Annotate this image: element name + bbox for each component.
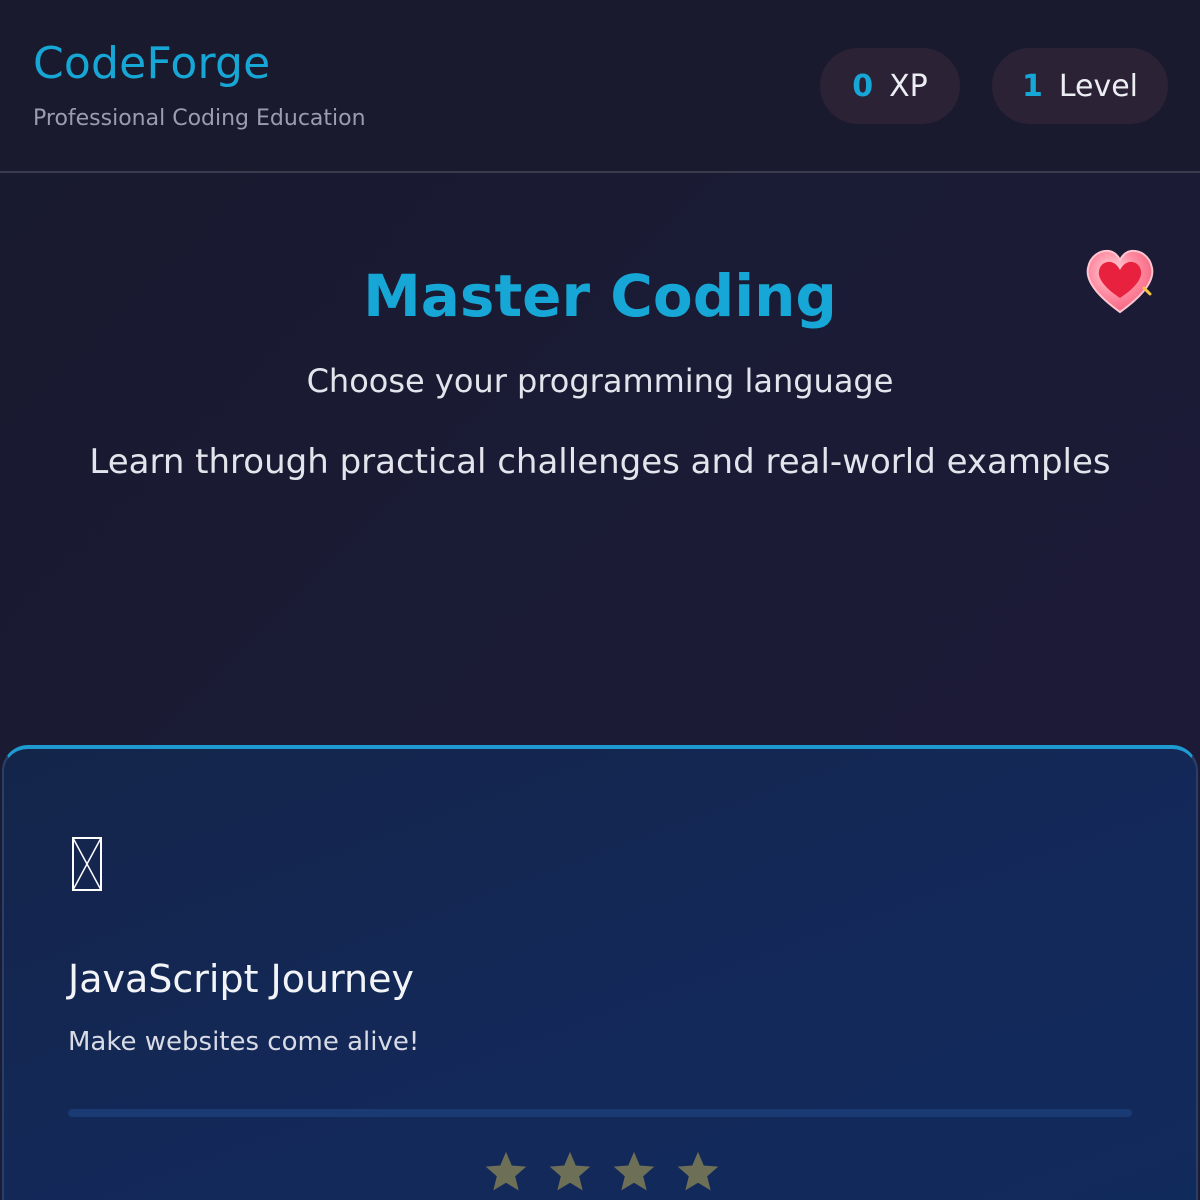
level-badge: 1 Level bbox=[992, 48, 1168, 124]
star-icon bbox=[613, 1151, 655, 1191]
hero-subtitle: Choose your programming language bbox=[306, 362, 894, 400]
hero-title: Master Coding bbox=[363, 262, 837, 330]
brand-subtitle: Professional Coding Education bbox=[33, 106, 366, 131]
course-description: Make websites come alive! bbox=[68, 1027, 420, 1057]
xp-value: 0 bbox=[852, 68, 874, 104]
star-icon bbox=[485, 1151, 527, 1191]
level-value: 1 bbox=[1021, 68, 1043, 104]
course-progress-track bbox=[68, 1109, 1132, 1117]
broken-glyph-icon bbox=[72, 837, 102, 891]
hero-description: Learn through practical challenges and r… bbox=[89, 442, 1111, 482]
course-card-javascript[interactable]: JavaScript Journey Make websites come al… bbox=[2, 745, 1198, 1200]
rating-stars bbox=[4, 1149, 1196, 1195]
xp-label: XP bbox=[889, 68, 928, 104]
level-label: Level bbox=[1058, 68, 1139, 104]
course-title: JavaScript Journey bbox=[68, 957, 415, 1001]
star-icon bbox=[549, 1151, 591, 1191]
brand-title[interactable]: CodeForge bbox=[33, 38, 270, 89]
star-icon bbox=[677, 1151, 719, 1191]
xp-badge: 0 XP bbox=[820, 48, 960, 124]
app-header: CodeForge Professional Coding Education … bbox=[0, 0, 1200, 173]
heart-icon[interactable] bbox=[1084, 248, 1156, 316]
